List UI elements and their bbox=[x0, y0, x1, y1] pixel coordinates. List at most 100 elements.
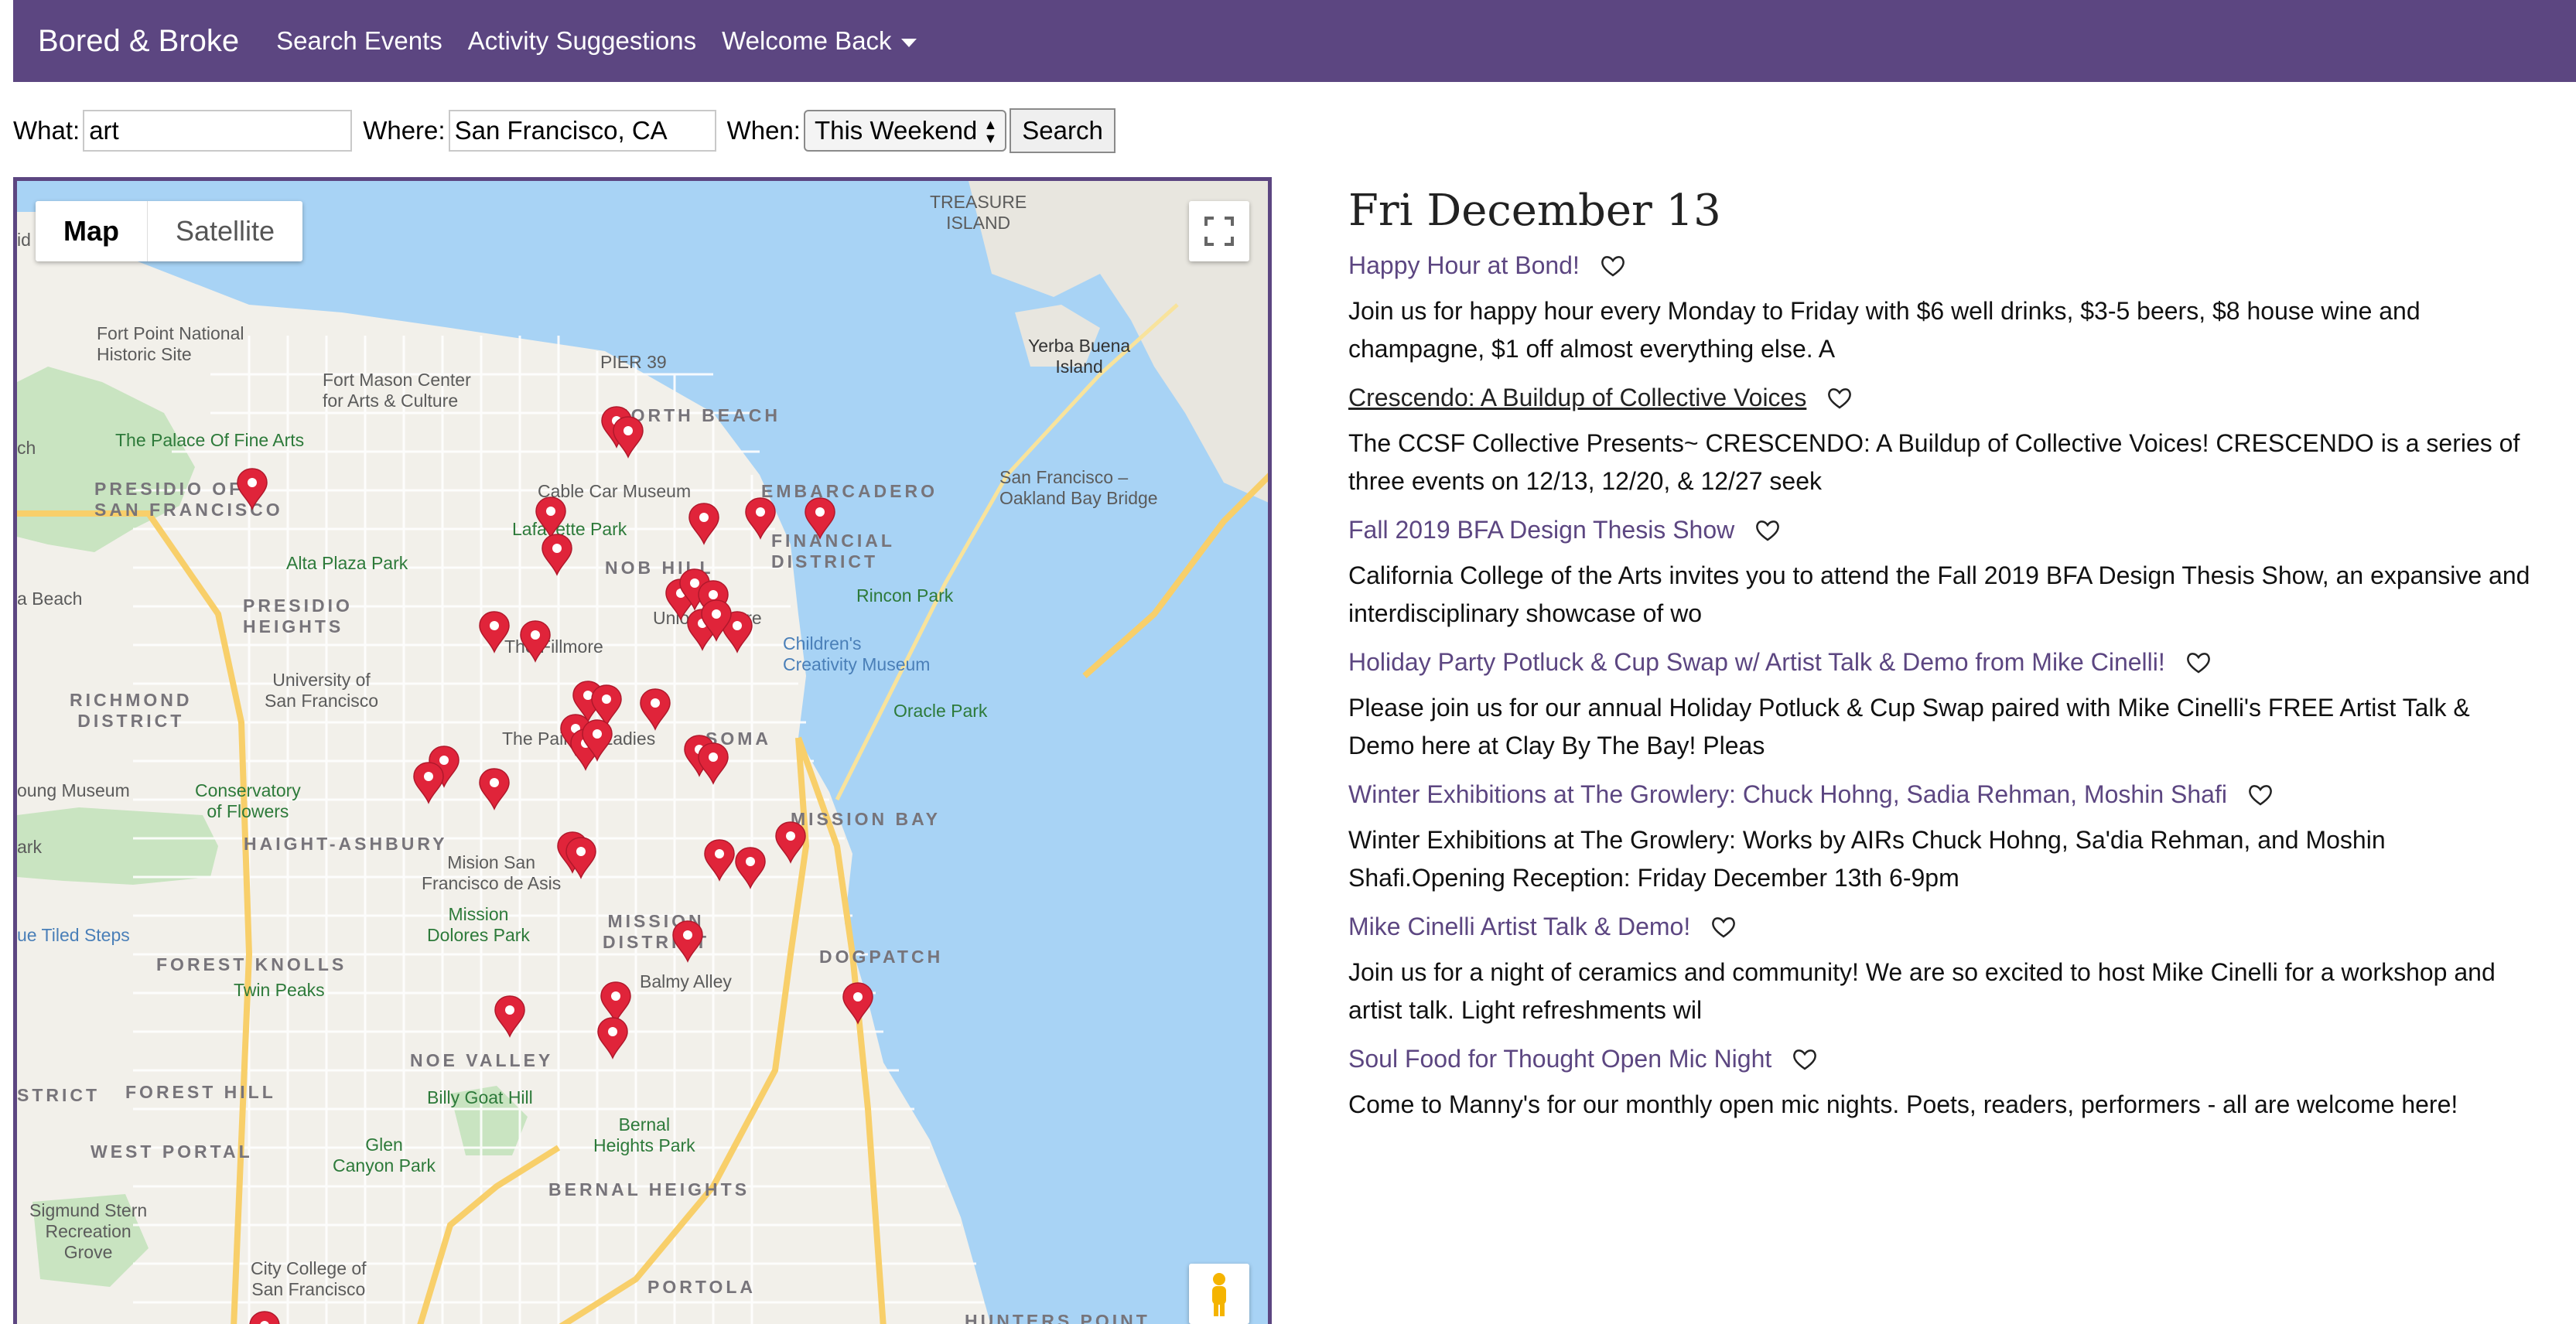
event-map-pin[interactable] bbox=[803, 496, 837, 540]
map-label-usf: University of San Francisco bbox=[265, 670, 379, 711]
map-marker-icon bbox=[520, 620, 551, 663]
event-title-link[interactable]: Happy Hour at Bond! bbox=[1348, 251, 1580, 280]
event-map-pin[interactable] bbox=[412, 761, 446, 804]
favorite-heart-icon[interactable] bbox=[1826, 387, 1853, 410]
map-label-alta-plaza: Alta Plaza Park bbox=[286, 553, 408, 573]
map-label-embarcadero: EMBARCADERO bbox=[761, 481, 938, 501]
welcome-label: Welcome Back bbox=[722, 26, 892, 55]
map-label-sigmund: Sigmund Stern Recreation Grove bbox=[29, 1200, 148, 1262]
event-map-pin[interactable] bbox=[699, 599, 733, 642]
event-description: Please join us for our annual Holiday Po… bbox=[1348, 694, 2470, 759]
event-map-pin[interactable] bbox=[518, 619, 552, 663]
fullscreen-button[interactable] bbox=[1189, 201, 1249, 261]
event-map-pin[interactable] bbox=[671, 920, 705, 963]
event-map-pin[interactable] bbox=[248, 1310, 282, 1324]
when-select-value: This Weekend bbox=[814, 116, 978, 145]
event-map-pin[interactable] bbox=[540, 533, 574, 576]
map-marker-icon bbox=[704, 839, 735, 882]
favorite-heart-icon[interactable] bbox=[1754, 519, 1781, 542]
event-title-link[interactable]: Winter Exhibitions at The Growlery: Chuc… bbox=[1348, 780, 2227, 809]
event-map-pin[interactable] bbox=[477, 767, 511, 810]
event-map-pin[interactable] bbox=[638, 688, 672, 731]
map-type-satellite-button[interactable]: Satellite bbox=[148, 201, 302, 261]
search-button[interactable]: Search bbox=[1010, 108, 1115, 153]
event-map-pin[interactable] bbox=[774, 821, 808, 864]
map-marker-icon bbox=[413, 762, 444, 804]
favorite-heart-icon[interactable] bbox=[2247, 783, 2274, 807]
map-marker-icon bbox=[842, 982, 873, 1025]
event-map-pin[interactable] bbox=[611, 415, 645, 459]
map-marker-icon bbox=[479, 611, 510, 653]
map-label-mision-park: Mision San Francisco de Asis bbox=[422, 852, 562, 893]
event-map-pin[interactable] bbox=[493, 995, 527, 1038]
event-map-pin[interactable] bbox=[696, 742, 730, 785]
map-label-forest-hill: FOREST HILL bbox=[125, 1082, 276, 1102]
event-title-row: Holiday Party Potluck & Cup Swap w/ Arti… bbox=[1348, 648, 2555, 677]
what-label: What: bbox=[13, 116, 80, 145]
where-input[interactable] bbox=[448, 110, 716, 152]
map-label-treasure-island: TREASURE ISLAND bbox=[930, 192, 1027, 233]
map-label-strict: STRICT bbox=[17, 1085, 101, 1105]
event-map-pin[interactable] bbox=[702, 838, 736, 882]
map-label-west-portal: WEST PORTAL bbox=[91, 1141, 253, 1162]
nav-activity-suggestions[interactable]: Activity Suggestions bbox=[468, 26, 696, 56]
event-title-link[interactable]: Mike Cinelli Artist Talk & Demo! bbox=[1348, 913, 1690, 941]
favorite-heart-icon[interactable] bbox=[1710, 916, 1737, 939]
event-title-link[interactable]: Fall 2019 BFA Design Thesis Show bbox=[1348, 516, 1734, 544]
map-label-oracle: Oracle Park bbox=[893, 701, 988, 721]
event-description: Join us for happy hour every Monday to F… bbox=[1348, 297, 2421, 363]
event-map-pin[interactable] bbox=[564, 836, 598, 879]
map-label-palace: The Palace Of Fine Arts bbox=[115, 430, 305, 450]
map-label-dogpatch: DOGPATCH bbox=[819, 947, 944, 967]
event-map-pin[interactable] bbox=[235, 467, 269, 510]
event-map-pin[interactable] bbox=[841, 981, 875, 1025]
when-select[interactable]: This Weekend ▲ ▼ bbox=[803, 110, 1007, 152]
map-marker-icon bbox=[237, 468, 268, 510]
event-title-row: Happy Hour at Bond! bbox=[1348, 251, 2555, 280]
navbar: Bored & Broke Search Events Activity Sug… bbox=[13, 0, 2576, 82]
fullscreen-icon bbox=[1204, 217, 1234, 246]
map-label-bay-bridge: San Francisco – Oakland Bay Bridge bbox=[999, 467, 1158, 508]
event-title-row: Mike Cinelli Artist Talk & Demo! bbox=[1348, 913, 2555, 941]
map-label-tiled: ue Tiled Steps bbox=[17, 925, 130, 945]
map[interactable]: TREASURE ISLAND Yerba Buena Island Fort Po… bbox=[13, 177, 1272, 1324]
brand-logo[interactable]: Bored & Broke bbox=[38, 24, 239, 59]
map-marker-icon bbox=[479, 768, 510, 810]
map-label-young: oung Museum bbox=[17, 780, 130, 800]
map-marker-icon bbox=[775, 821, 806, 864]
event-map-pin[interactable] bbox=[733, 846, 767, 889]
map-label-mission-bay: MISSION BAY bbox=[791, 809, 941, 829]
event-title-row: Soul Food for Thought Open Mic Night bbox=[1348, 1045, 2555, 1073]
select-arrows-icon: ▲ ▼ bbox=[983, 117, 998, 146]
favorite-heart-icon[interactable] bbox=[2185, 651, 2212, 674]
event-description: Come to Manny's for our monthly open mic… bbox=[1348, 1090, 2458, 1118]
event-title-link[interactable]: Holiday Party Potluck & Cup Swap w/ Arti… bbox=[1348, 648, 2165, 677]
map-marker-icon bbox=[494, 995, 525, 1038]
event-title-link[interactable]: Crescendo: A Buildup of Collective Voice… bbox=[1348, 384, 1806, 412]
map-label-ch: ch bbox=[17, 438, 36, 458]
map-label-conservatory: Conservatory of Flowers bbox=[195, 780, 301, 821]
map-marker-icon bbox=[249, 1311, 280, 1324]
map-label-rincon: Rincon Park bbox=[856, 585, 954, 606]
event-map-pin[interactable] bbox=[687, 502, 721, 545]
nav-search-events[interactable]: Search Events bbox=[276, 26, 442, 56]
what-input[interactable] bbox=[83, 110, 353, 152]
favorite-heart-icon[interactable] bbox=[1600, 254, 1626, 278]
event-map-pin[interactable] bbox=[596, 1016, 630, 1060]
map-marker-icon bbox=[582, 719, 613, 762]
map-type-toggle: Map Satellite bbox=[36, 201, 303, 261]
event-title-link[interactable]: Soul Food for Thought Open Mic Night bbox=[1348, 1045, 1771, 1073]
map-label-fort-mason: Fort Mason Center for Arts & Culture bbox=[323, 370, 471, 411]
map-label-ccsf: City College of San Francisco bbox=[251, 1258, 367, 1299]
map-label-portola: PORTOLA bbox=[647, 1277, 757, 1297]
map-label-glen: Glen Canyon Park bbox=[333, 1135, 436, 1176]
favorite-heart-icon[interactable] bbox=[1792, 1048, 1818, 1071]
event-map-pin[interactable] bbox=[580, 718, 614, 762]
map-label-noe: NOE VALLEY bbox=[410, 1050, 554, 1070]
street-view-pegman-button[interactable] bbox=[1189, 1264, 1249, 1324]
event-map-pin[interactable] bbox=[743, 496, 777, 540]
nav-welcome-dropdown[interactable]: Welcome Back bbox=[722, 26, 917, 56]
map-type-map-button[interactable]: Map bbox=[36, 201, 148, 261]
map-label-ark: ark bbox=[17, 837, 42, 857]
event-map-pin[interactable] bbox=[477, 610, 511, 653]
